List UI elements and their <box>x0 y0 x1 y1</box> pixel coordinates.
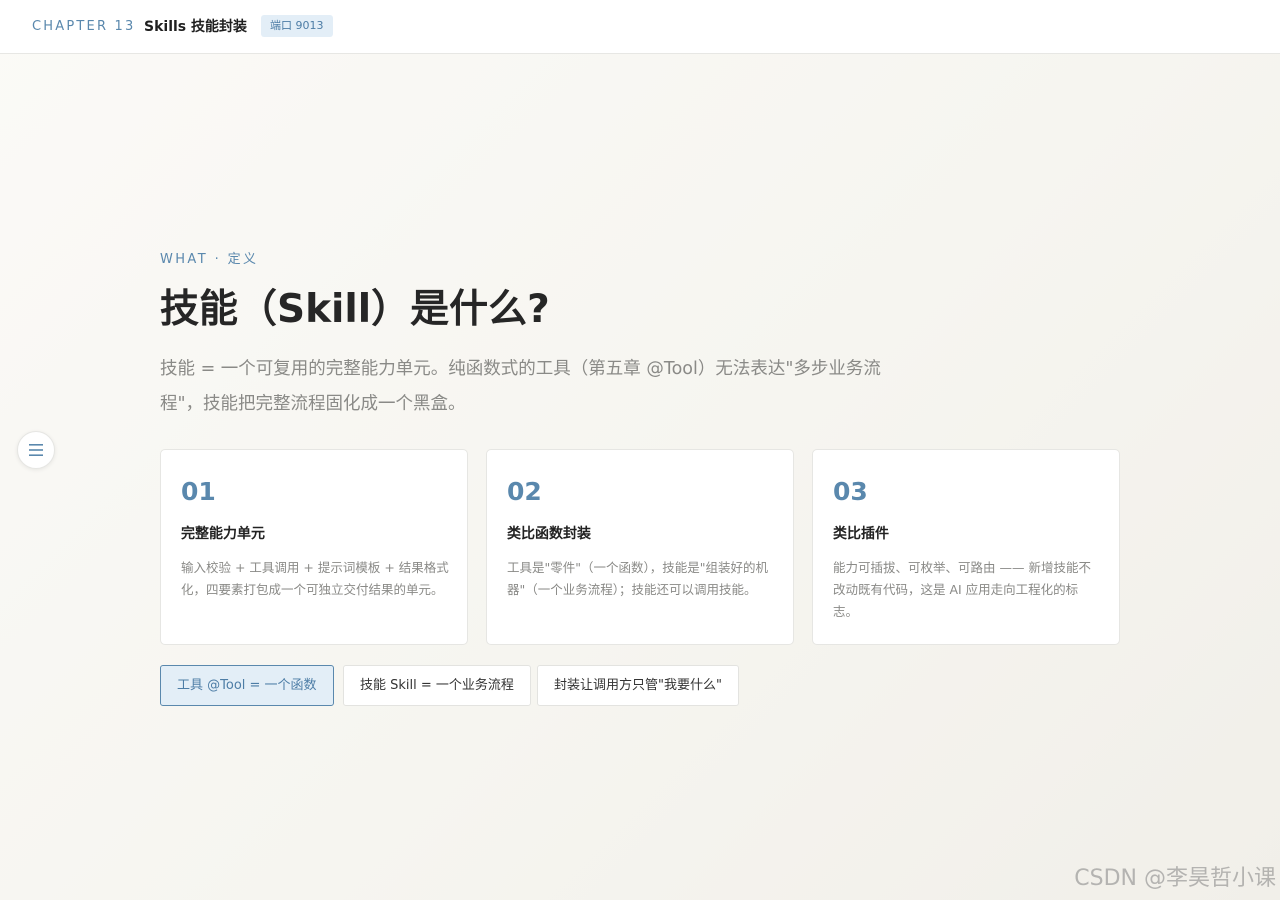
menu-icon <box>29 444 43 456</box>
card-number: 01 <box>181 477 216 506</box>
chapter-label: CHAPTER 13 <box>32 19 136 34</box>
section-title: Skills 技能封装 <box>144 19 247 35</box>
concept-card-2: 02 类比函数封装 工具是"零件"（一个函数），技能是"组装好的机器"（一个业务… <box>486 449 794 645</box>
card-description: 工具是"零件"（一个函数），技能是"组装好的机器"（一个业务流程）；技能还可以调… <box>507 560 768 597</box>
sidebar-toggle-button[interactable] <box>17 431 55 469</box>
card-number: 02 <box>507 477 542 506</box>
card-title: 类比插件 <box>833 526 889 542</box>
concept-card-3: 03 类比插件 能力可插拔、可枚举、可路由 —— 新增技能不改动既有代码，这是 … <box>812 449 1120 645</box>
top-bar: CHAPTER 13 Skills 技能封装 端口 9013 <box>0 0 1280 54</box>
pill-encapsulation[interactable]: 封装让调用方只管"我要什么" <box>537 665 739 706</box>
pill-skill-workflow[interactable]: 技能 Skill = 一个业务流程 <box>343 665 531 706</box>
watermark: CSDN @李昊哲小课 <box>1074 866 1276 891</box>
card-number: 03 <box>833 477 868 506</box>
section-eyebrow: WHAT · 定义 <box>160 252 259 267</box>
pill-tool-function[interactable]: 工具 @Tool = 一个函数 <box>160 665 334 706</box>
page-title: 技能（Skill）是什么? <box>160 287 550 332</box>
concept-card-1: 01 完整能力单元 输入校验 + 工具调用 + 提示词模板 + 结果格式化，四要… <box>160 449 468 645</box>
card-description: 能力可插拔、可枚举、可路由 —— 新增技能不改动既有代码，这是 AI 应用走向工… <box>833 560 1091 619</box>
card-title: 完整能力单元 <box>181 526 265 542</box>
card-description: 输入校验 + 工具调用 + 提示词模板 + 结果格式化，四要素打包成一个可独立交… <box>181 560 449 597</box>
lead-paragraph: 技能 = 一个可复用的完整能力单元。纯函数式的工具（第五章 @Tool）无法表达… <box>160 359 881 414</box>
port-badge: 端口 9013 <box>261 15 333 37</box>
card-title: 类比函数封装 <box>507 526 591 542</box>
